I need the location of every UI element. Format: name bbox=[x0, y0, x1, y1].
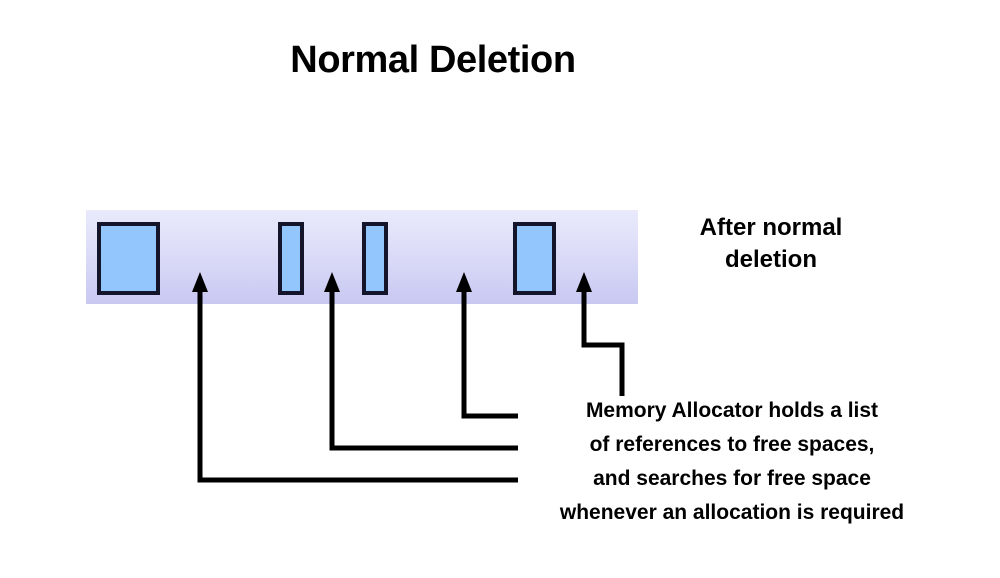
allocator-note: Memory Allocator holds a list of referen… bbox=[512, 394, 952, 530]
memory-region-bar bbox=[86, 210, 638, 304]
allocated-block-1 bbox=[97, 222, 160, 295]
after-deletion-line-2: deletion bbox=[724, 246, 817, 274]
allocated-block-3 bbox=[362, 222, 388, 295]
diagram-canvas: Normal Deletion After normal deletion Me… bbox=[0, 0, 1000, 578]
allocator-note-line-1: Memory Allocator holds a list bbox=[585, 399, 879, 422]
after-deletion-label: After normal deletion bbox=[640, 212, 902, 277]
allocated-block-4 bbox=[513, 222, 556, 295]
allocated-block-2 bbox=[278, 222, 304, 295]
allocator-note-line-4: whenever an allocation is required bbox=[559, 501, 905, 525]
allocator-note-line-2: of references to free spaces, bbox=[589, 433, 875, 457]
after-deletion-line-1: After normal bbox=[699, 214, 843, 241]
page-title: Normal Deletion bbox=[290, 39, 576, 81]
allocator-note-line-3: and searches for free space bbox=[593, 467, 871, 491]
